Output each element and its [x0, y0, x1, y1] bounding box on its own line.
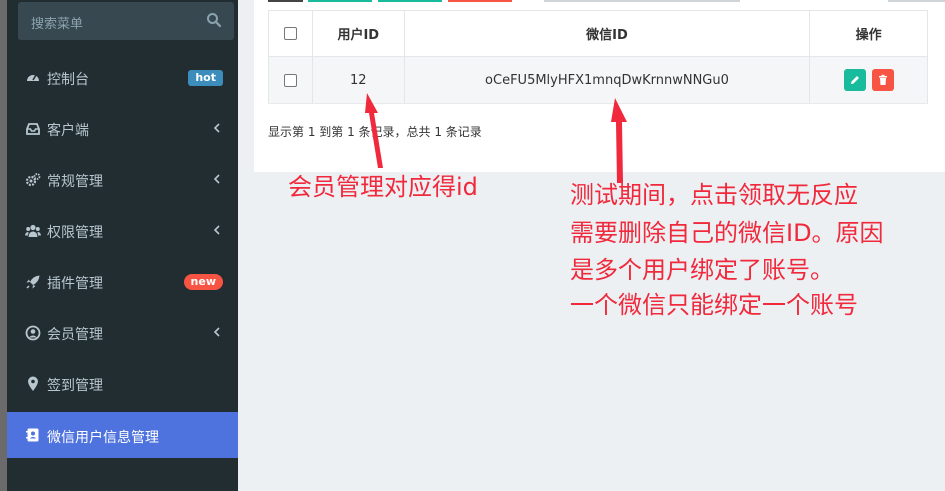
- arrow-to-user-id: [365, 93, 383, 168]
- annotation-right-line-4: 一个微信只能绑定一个账号: [570, 291, 858, 319]
- annotation-right-line-2: 需要删除自己的微信ID。原因: [570, 219, 884, 247]
- arrow-to-wechat-id: [611, 98, 627, 183]
- annotation-right-line-1: 测试期间，点击领取无反应: [570, 181, 858, 209]
- annotation-left: 会员管理对应得id: [288, 173, 478, 201]
- annotation-right-line-3: 是多个用户绑定了账号。: [570, 256, 834, 284]
